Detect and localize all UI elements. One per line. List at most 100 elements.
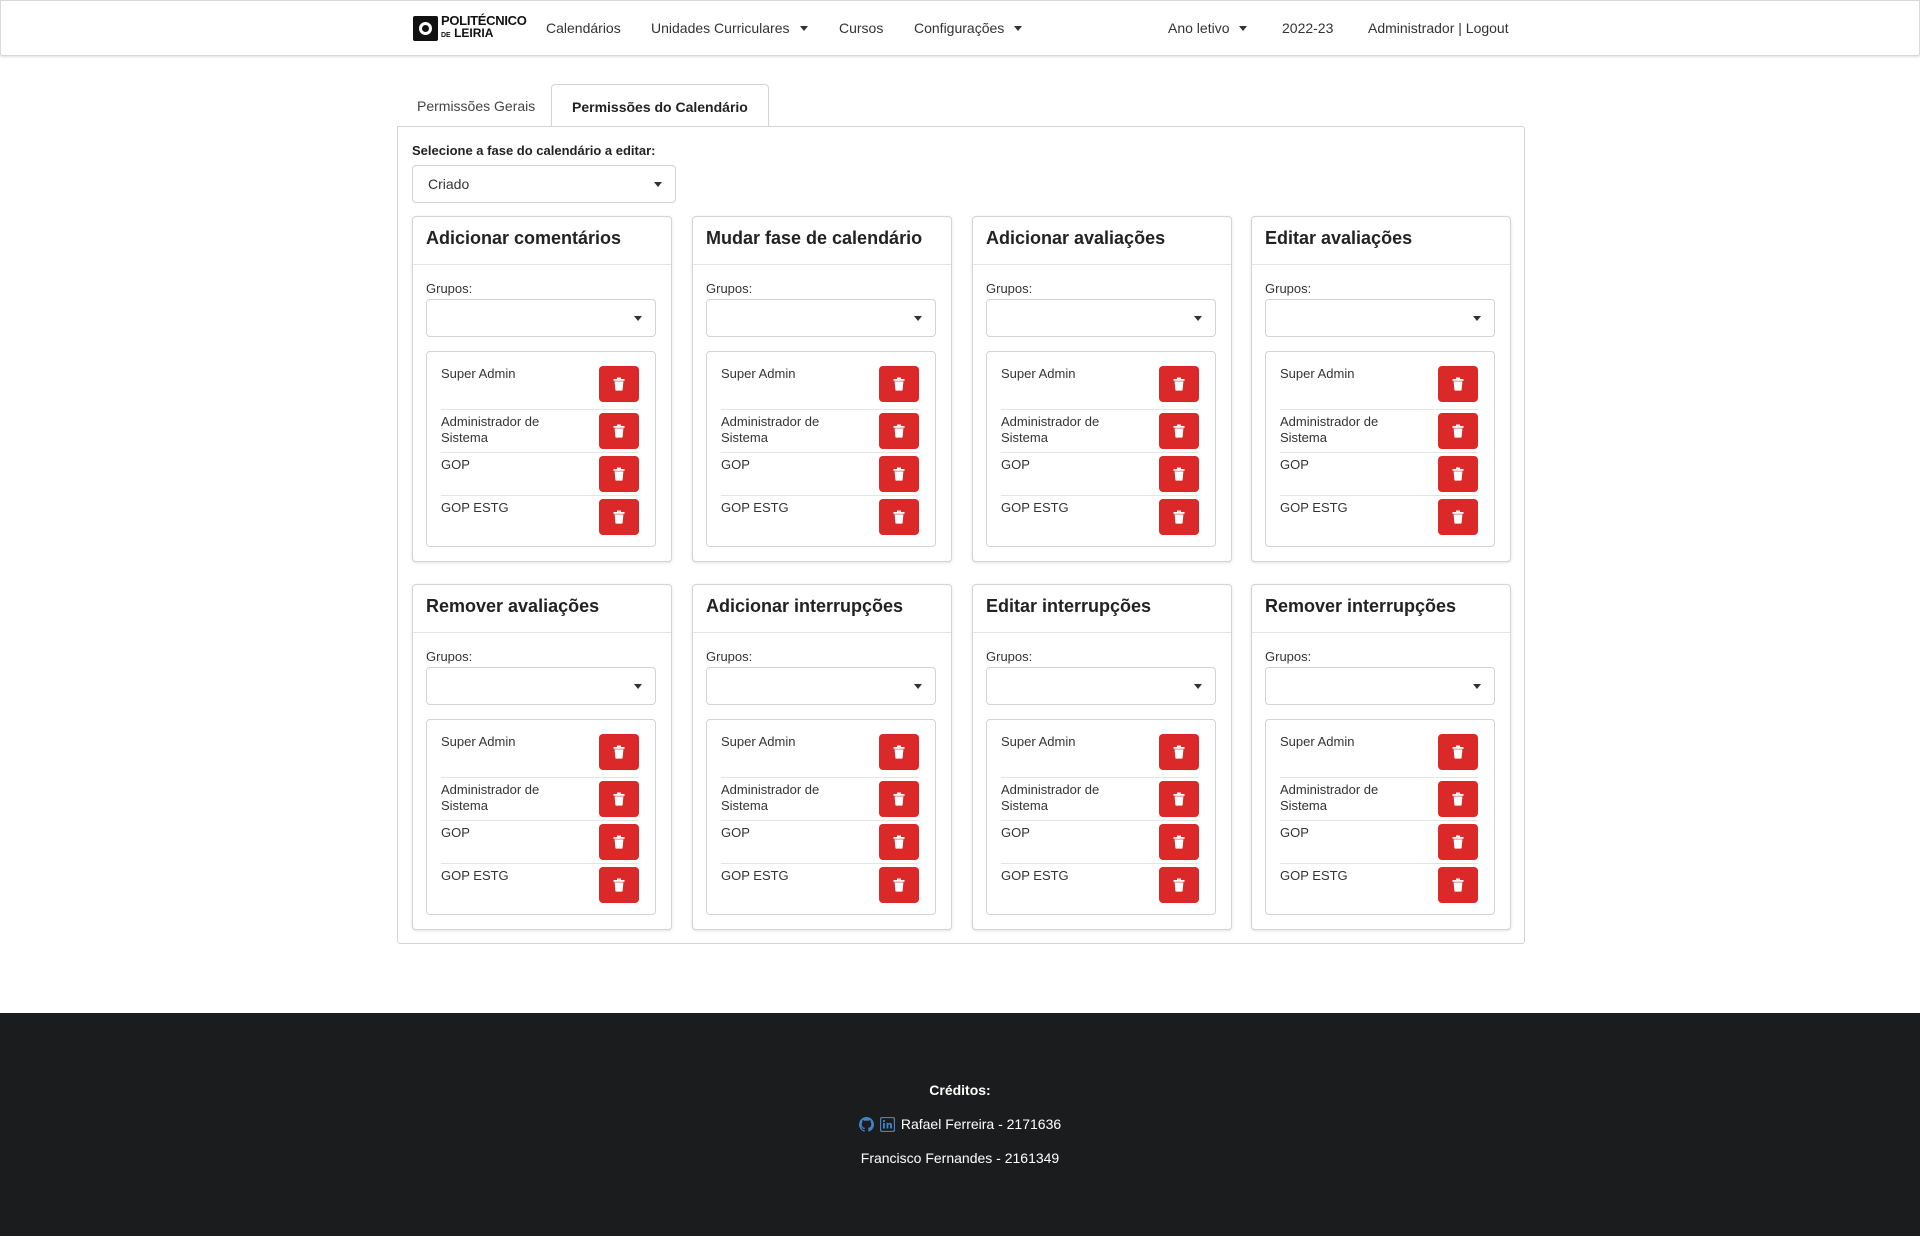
politecnico-logo[interactable]: POLITÉCNICO DE LEIRIA: [413, 14, 527, 42]
group-list: Super Admin Administrador de Sistema GOP GO…: [986, 351, 1216, 547]
remove-group-button[interactable]: [1438, 824, 1478, 860]
trash-icon: [612, 467, 626, 481]
group-name: Administrador de Sistema: [721, 414, 820, 445]
tab-permissoes-calendario[interactable]: Permissões do Calendário: [551, 84, 769, 128]
nav-calendarios[interactable]: Calendários: [546, 20, 621, 36]
group-row: GOP: [721, 820, 919, 863]
trash-icon: [1172, 424, 1186, 438]
group-list: Super Admin Administrador de Sistema GOP GO…: [426, 351, 656, 547]
remove-group-button[interactable]: [1159, 867, 1199, 903]
remove-group-button[interactable]: [879, 456, 919, 492]
remove-group-button[interactable]: [599, 456, 639, 492]
nav-cursos[interactable]: Cursos: [839, 20, 883, 36]
permission-card: Adicionar interrupções Grupos: Super Admin…: [692, 584, 952, 930]
remove-group-button[interactable]: [1159, 366, 1199, 402]
groups-label: Grupos:: [986, 281, 1033, 296]
remove-group-button[interactable]: [599, 781, 639, 817]
groups-select[interactable]: [706, 299, 936, 337]
remove-group-button[interactable]: [1438, 456, 1478, 492]
group-name: Administrador de Sistema: [1001, 414, 1100, 445]
remove-group-button[interactable]: [1438, 867, 1478, 903]
chevron-down-icon: [1473, 316, 1481, 321]
group-row: Super Admin: [1001, 366, 1199, 409]
group-row: GOP: [721, 452, 919, 495]
nav-current-year[interactable]: 2022-23: [1282, 20, 1333, 36]
groups-select[interactable]: [426, 299, 656, 337]
group-name: GOP: [1001, 457, 1030, 472]
remove-group-button[interactable]: [1438, 366, 1478, 402]
logo-line2-prefix: DE: [441, 32, 451, 39]
group-row: GOP ESTG: [721, 495, 919, 538]
remove-group-button[interactable]: [599, 734, 639, 770]
trash-icon: [612, 424, 626, 438]
remove-group-button[interactable]: [1159, 734, 1199, 770]
group-row: Super Admin: [1280, 734, 1478, 777]
remove-group-button[interactable]: [879, 824, 919, 860]
group-row: GOP: [1001, 452, 1199, 495]
chevron-down-icon: [634, 684, 642, 689]
card-title: Mudar fase de calendário: [693, 217, 951, 265]
nav-unidades-curriculares[interactable]: Unidades Curriculares: [651, 20, 808, 36]
groups-select[interactable]: [1265, 667, 1495, 705]
groups-label: Grupos:: [1265, 281, 1312, 296]
remove-group-button[interactable]: [879, 366, 919, 402]
group-name: Administrador de Sistema: [1001, 782, 1100, 813]
phase-select[interactable]: Criado: [412, 165, 676, 203]
trash-icon: [892, 467, 906, 481]
remove-group-button[interactable]: [1159, 781, 1199, 817]
remove-group-button[interactable]: [1438, 734, 1478, 770]
remove-group-button[interactable]: [879, 499, 919, 535]
groups-select[interactable]: [706, 667, 936, 705]
nav-configuracoes[interactable]: Configurações: [914, 20, 1023, 36]
nav-ano-letivo[interactable]: Ano letivo: [1168, 20, 1248, 36]
trash-icon: [1172, 835, 1186, 849]
remove-group-button[interactable]: [1438, 499, 1478, 535]
remove-group-button[interactable]: [1438, 781, 1478, 817]
remove-group-button[interactable]: [599, 413, 639, 449]
permission-card: Remover avaliações Grupos: Super Admin Admi…: [412, 584, 672, 930]
group-name: GOP: [1001, 825, 1030, 840]
group-name: GOP ESTG: [721, 500, 789, 515]
chevron-down-icon: [634, 316, 642, 321]
chevron-down-icon: [1239, 26, 1248, 31]
calendar-permissions-panel: Selecione a fase do calendário a editar:…: [397, 126, 1525, 944]
groups-label: Grupos:: [986, 649, 1033, 664]
remove-group-button[interactable]: [879, 413, 919, 449]
group-name: GOP: [721, 825, 750, 840]
group-row: GOP: [441, 452, 639, 495]
group-row: Administrador de Sistema: [721, 777, 919, 820]
groups-select[interactable]: [986, 299, 1216, 337]
chevron-down-icon: [1194, 684, 1202, 689]
remove-group-button[interactable]: [599, 824, 639, 860]
remove-group-button[interactable]: [879, 781, 919, 817]
group-name: Super Admin: [1001, 366, 1076, 381]
group-name: Administrador de Sistema: [1280, 782, 1379, 813]
group-name: GOP ESTG: [441, 868, 509, 883]
remove-group-button[interactable]: [1159, 824, 1199, 860]
groups-select[interactable]: [1265, 299, 1495, 337]
linkedin-icon[interactable]: [879, 1116, 895, 1132]
tab-permissoes-gerais[interactable]: Permissões Gerais: [397, 84, 555, 127]
remove-group-button[interactable]: [599, 366, 639, 402]
remove-group-button[interactable]: [599, 867, 639, 903]
groups-select[interactable]: [986, 667, 1216, 705]
group-name: GOP: [1280, 457, 1309, 472]
group-row: GOP: [1280, 452, 1478, 495]
groups-label: Grupos:: [706, 649, 753, 664]
groups-select[interactable]: [426, 667, 656, 705]
group-row: Administrador de Sistema: [1280, 409, 1478, 452]
top-navbar: POLITÉCNICO DE LEIRIA Calendários Unidad…: [0, 0, 1920, 56]
remove-group-button[interactable]: [1159, 413, 1199, 449]
phase-select-label: Selecione a fase do calendário a editar:: [412, 143, 656, 158]
remove-group-button[interactable]: [879, 734, 919, 770]
remove-group-button[interactable]: [1159, 456, 1199, 492]
nav-user-logout[interactable]: Administrador | Logout: [1368, 20, 1509, 36]
remove-group-button[interactable]: [1159, 499, 1199, 535]
remove-group-button[interactable]: [599, 499, 639, 535]
remove-group-button[interactable]: [879, 867, 919, 903]
group-row: Super Admin: [721, 734, 919, 777]
group-name: GOP: [441, 457, 470, 472]
remove-group-button[interactable]: [1438, 413, 1478, 449]
github-icon[interactable]: [858, 1116, 874, 1132]
group-row: Super Admin: [721, 366, 919, 409]
